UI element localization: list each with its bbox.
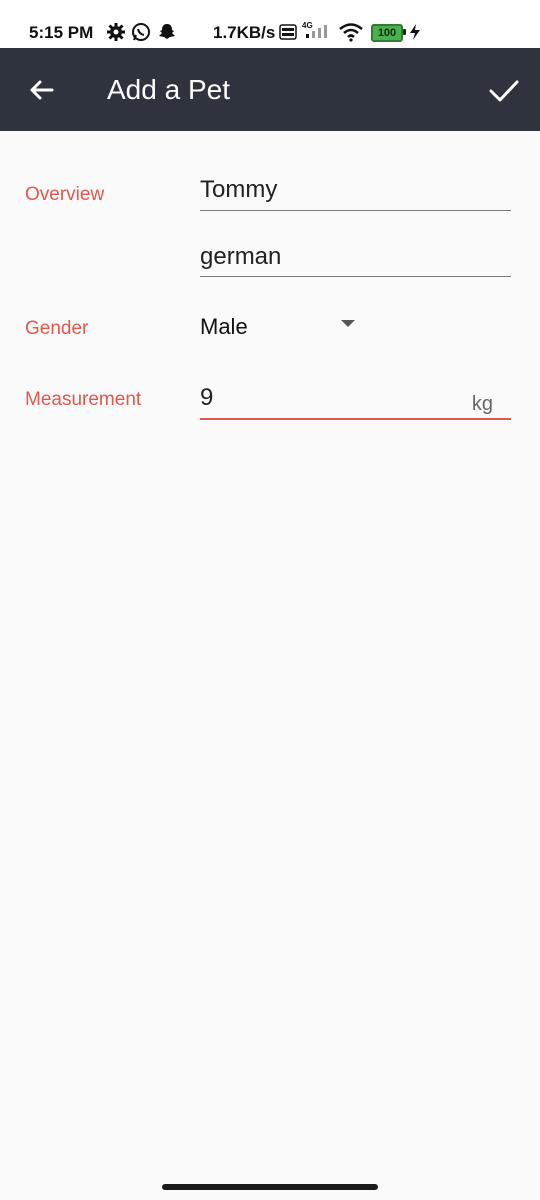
svg-text:4G: 4G bbox=[302, 21, 313, 30]
volte-icon bbox=[279, 24, 297, 45]
network-speed: 1.7KB/s bbox=[213, 23, 276, 42]
measurement-value: 9 bbox=[200, 384, 214, 411]
wifi-icon bbox=[338, 22, 364, 47]
pet-breed-value: german bbox=[200, 243, 282, 270]
back-arrow-icon[interactable] bbox=[26, 74, 58, 106]
dropdown-caret-icon bbox=[341, 320, 355, 327]
save-check-icon[interactable] bbox=[487, 74, 521, 106]
pet-name-value: Tommy bbox=[200, 176, 278, 203]
charging-bolt-icon bbox=[409, 24, 421, 45]
overview-label: Overview bbox=[25, 184, 105, 205]
app-toolbar: Add a Pet bbox=[0, 48, 540, 131]
measurement-input[interactable]: 9 kg bbox=[200, 380, 511, 420]
home-indicator[interactable] bbox=[162, 1184, 378, 1190]
measurement-unit: kg bbox=[471, 393, 493, 415]
status-time: 5:15 PM bbox=[29, 23, 94, 42]
gender-label: Gender bbox=[25, 318, 89, 339]
measurement-label: Measurement bbox=[25, 389, 142, 410]
settings-gear-icon bbox=[106, 22, 126, 47]
gender-dropdown[interactable]: Male bbox=[200, 312, 360, 342]
page-title: Add a Pet bbox=[107, 74, 230, 105]
gender-value: Male bbox=[200, 314, 248, 339]
signal-4g-icon: 4G bbox=[302, 20, 332, 45]
battery-indicator: 100 bbox=[371, 24, 403, 42]
snapchat-icon bbox=[157, 22, 177, 47]
pet-name-input[interactable]: Tommy bbox=[200, 170, 511, 211]
status-bar: 5:15 PM 1.7KB/s 4G 100 bbox=[0, 0, 540, 48]
pet-breed-input[interactable]: german bbox=[200, 238, 511, 277]
battery-tip bbox=[403, 29, 406, 35]
whatsapp-icon bbox=[131, 22, 151, 47]
